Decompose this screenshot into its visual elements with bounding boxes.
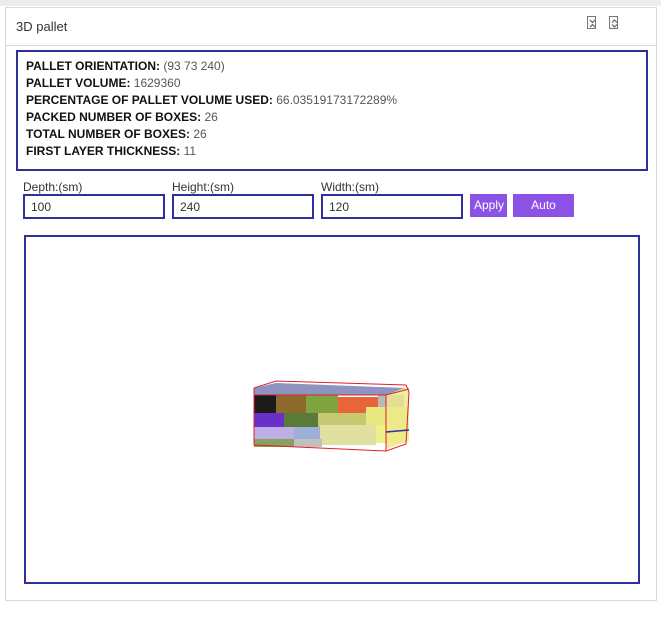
width-label: Width:(sm) <box>321 180 379 194</box>
pallet-panel: 3D pallet PALLET ORIENTATION: (93 73 240… <box>5 7 657 601</box>
info-row-packed-boxes: PACKED NUMBER OF BOXES: 26 <box>26 109 646 126</box>
info-label: PALLET VOLUME: <box>26 76 131 90</box>
depth-label: Depth:(sm) <box>23 180 83 194</box>
pallet-3d-viewport[interactable] <box>24 235 640 584</box>
info-label: PALLET ORIENTATION: <box>26 59 160 73</box>
auto-scale-button[interactable]: Auto Scale <box>513 194 574 235</box>
info-row-percentage-used: PERCENTAGE OF PALLET VOLUME USED: 66.035… <box>26 92 646 109</box>
pallet-3d-render <box>253 380 410 452</box>
info-label: PERCENTAGE OF PALLET VOLUME USED: <box>26 93 273 107</box>
pallet-info-box: PALLET ORIENTATION: (93 73 240) PALLET V… <box>16 50 648 171</box>
info-value: 66.03519173172289% <box>276 93 398 107</box>
height-input[interactable] <box>172 194 314 219</box>
info-value: 26 <box>204 110 218 124</box>
info-label: TOTAL NUMBER OF BOXES: <box>26 127 191 141</box>
panel-title: 3D pallet <box>16 19 68 34</box>
window-top-strip <box>0 0 661 6</box>
info-value: 11 <box>183 144 197 158</box>
collapse-icon[interactable] <box>609 16 618 29</box>
height-label: Height:(sm) <box>172 180 235 194</box>
depth-field: Depth:(sm) <box>23 180 165 219</box>
info-value: (93 73 240) <box>163 59 225 73</box>
info-row-volume: PALLET VOLUME: 1629360 <box>26 75 646 92</box>
info-row-orientation: PALLET ORIENTATION: (93 73 240) <box>26 58 646 75</box>
info-row-first-layer: FIRST LAYER THICKNESS: 11 <box>26 143 646 160</box>
info-value: 1629360 <box>133 76 181 90</box>
info-label: PACKED NUMBER OF BOXES: <box>26 110 202 124</box>
info-value: 26 <box>193 127 207 141</box>
expand-icon[interactable] <box>587 16 596 29</box>
width-field: Width:(sm) <box>321 180 463 219</box>
width-input[interactable] <box>321 194 463 219</box>
height-field: Height:(sm) <box>172 180 314 219</box>
info-row-total-boxes: TOTAL NUMBER OF BOXES: 26 <box>26 126 646 143</box>
depth-input[interactable] <box>23 194 165 219</box>
info-label: FIRST LAYER THICKNESS: <box>26 144 181 158</box>
apply-button[interactable]: Apply <box>470 194 507 217</box>
panel-header: 3D pallet <box>6 8 656 46</box>
